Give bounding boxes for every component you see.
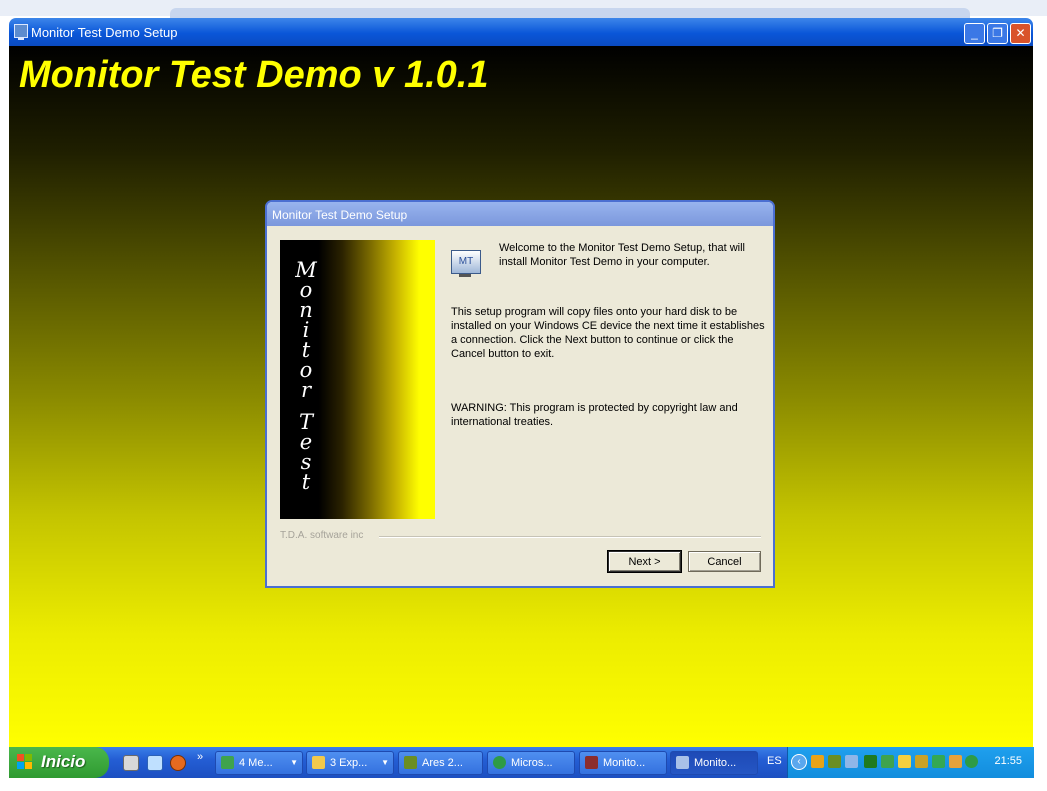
quicklaunch-overflow-icon[interactable]: » xyxy=(197,751,203,763)
task-label: Monito... xyxy=(603,757,646,769)
banner-letter: e xyxy=(299,430,313,454)
taskbar-button-activesync[interactable]: Micros... xyxy=(487,751,575,775)
monitor-test-banner: M o n i t o r T e s t xyxy=(280,240,435,519)
lock-tray-icon[interactable] xyxy=(949,755,962,768)
computer-setup-icon: MT xyxy=(451,250,481,280)
minimize-button[interactable]: _ xyxy=(964,23,985,44)
banner-letter: T xyxy=(298,410,313,434)
ares-icon xyxy=(404,756,417,769)
separator-line xyxy=(379,536,761,538)
setup-description: This setup program will copy files onto … xyxy=(451,306,765,360)
group-arrow-icon: ▼ xyxy=(381,758,389,767)
vendor-label: T.D.A. software inc xyxy=(280,530,364,541)
show-desktop-icon[interactable] xyxy=(123,755,139,771)
network-tray-icon[interactable] xyxy=(845,755,858,768)
warning-tray-icon[interactable] xyxy=(811,755,824,768)
banner-letter: r xyxy=(300,378,312,402)
hand-tray-icon[interactable] xyxy=(915,755,928,768)
meter-tray-icon[interactable] xyxy=(864,755,877,768)
setup-window: Monitor Test Demo Setup _ ❐ ✕ Monitor Te… xyxy=(9,18,1034,778)
dialog-title: Monitor Test Demo Setup xyxy=(272,208,408,222)
copyright-warning: WARNING: This program is protected by co… xyxy=(451,402,738,428)
ares-tray-icon[interactable] xyxy=(828,755,841,768)
clock[interactable]: 21:55 xyxy=(994,755,1022,767)
taskbar-button-ares[interactable]: Ares 2... xyxy=(398,751,483,775)
system-tray: ‹ 21:55 xyxy=(787,747,1034,778)
start-label: Inicio xyxy=(41,752,86,771)
banner-letter: o xyxy=(299,358,313,382)
messenger-icon xyxy=(221,756,234,769)
setup-dialog: Monitor Test Demo Setup M o n i t o r T … xyxy=(265,200,775,588)
banner-letter: n xyxy=(299,298,313,322)
taskbar: Inicio » 4 Me... ▼ 3 Exp... ▼ Ares 2... … xyxy=(9,747,1034,778)
installer-heading: Monitor Test Demo v 1.0.1 xyxy=(19,54,489,96)
sync-tray-icon[interactable] xyxy=(932,755,945,768)
activesync-icon xyxy=(493,756,506,769)
monitor-test-icon xyxy=(676,756,689,769)
task-label: Ares 2... xyxy=(422,757,463,769)
banner-letter: s xyxy=(300,450,312,474)
banner-letter: M xyxy=(295,258,317,282)
banner-letter: i xyxy=(302,318,310,342)
banner-letter: t xyxy=(301,470,311,494)
security-alert-tray-icon[interactable] xyxy=(898,755,911,768)
monitor-icon-screen: MT xyxy=(451,250,481,274)
taskbar-button-winrar[interactable]: Monito... xyxy=(579,751,667,775)
task-label: 3 Exp... xyxy=(330,757,368,769)
taskbar-button-monitor-test[interactable]: Monito... xyxy=(670,751,758,775)
windows-logo-icon xyxy=(17,754,33,770)
next-button[interactable]: Next > xyxy=(608,551,681,572)
winrar-icon xyxy=(585,756,598,769)
language-indicator[interactable]: ES xyxy=(767,755,782,767)
welcome-text: Welcome to the Monitor Test Demo Setup, … xyxy=(499,242,745,268)
monitor-icon-stand xyxy=(459,274,471,277)
close-button[interactable]: ✕ xyxy=(1010,23,1031,44)
task-label: Micros... xyxy=(511,757,553,769)
taskbar-button-explorer[interactable]: 3 Exp... ▼ xyxy=(306,751,394,775)
firefox-icon[interactable] xyxy=(170,755,186,771)
banner-letter: o xyxy=(299,278,313,302)
dialog-titlebar[interactable]: Monitor Test Demo Setup xyxy=(267,202,773,226)
window-title: Monitor Test Demo Setup xyxy=(31,25,178,40)
start-button[interactable]: Inicio xyxy=(9,747,109,778)
installer-background: Monitor Test Demo v 1.0.1 Monitor Test D… xyxy=(9,46,1033,747)
show-hidden-icons-button[interactable]: ‹ xyxy=(791,754,807,770)
monitor-app-icon[interactable] xyxy=(14,24,28,40)
task-label: 4 Me... xyxy=(239,757,273,769)
group-arrow-icon: ▼ xyxy=(290,758,298,767)
outlook-express-icon[interactable] xyxy=(147,755,163,771)
background-window-edge xyxy=(170,8,970,18)
folder-icon xyxy=(312,756,325,769)
window-titlebar[interactable]: Monitor Test Demo Setup _ ❐ ✕ xyxy=(9,18,1033,46)
taskbar-button-messenger[interactable]: 4 Me... ▼ xyxy=(215,751,303,775)
cancel-button[interactable]: Cancel xyxy=(688,551,761,572)
task-label: Monito... xyxy=(694,757,737,769)
activesync-tray-icon[interactable] xyxy=(965,755,978,768)
banner-letter: t xyxy=(301,338,311,362)
restore-button[interactable]: ❐ xyxy=(987,23,1008,44)
messenger-tray-icon[interactable] xyxy=(881,755,894,768)
banner-vertical-text: M o n i t o r T e s t xyxy=(280,258,332,494)
